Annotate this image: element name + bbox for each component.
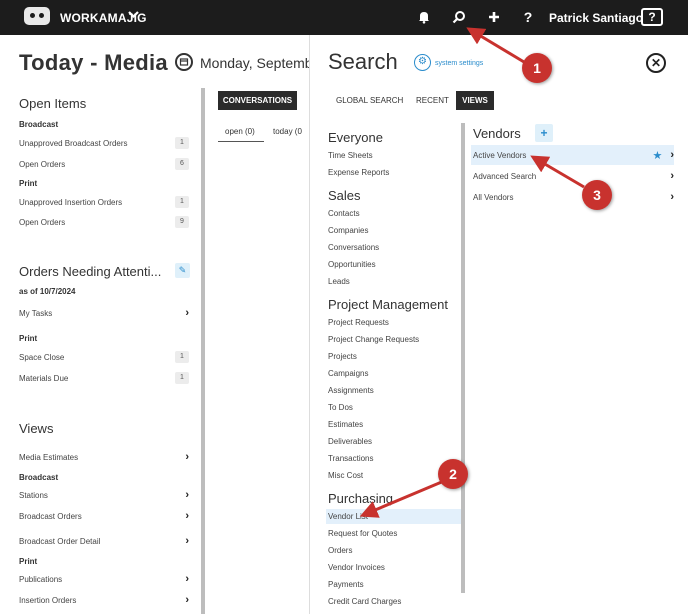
annotation-arrows bbox=[359, 27, 585, 518]
annotation-marker-1: 1 bbox=[522, 53, 552, 83]
annotation-marker-3: 3 bbox=[582, 180, 612, 210]
annotation-marker-2: 2 bbox=[438, 459, 468, 489]
annotation-arrow-1 bbox=[466, 27, 525, 64]
annotation-arrow-2 bbox=[359, 479, 445, 518]
annotation-arrow-3 bbox=[530, 155, 585, 189]
